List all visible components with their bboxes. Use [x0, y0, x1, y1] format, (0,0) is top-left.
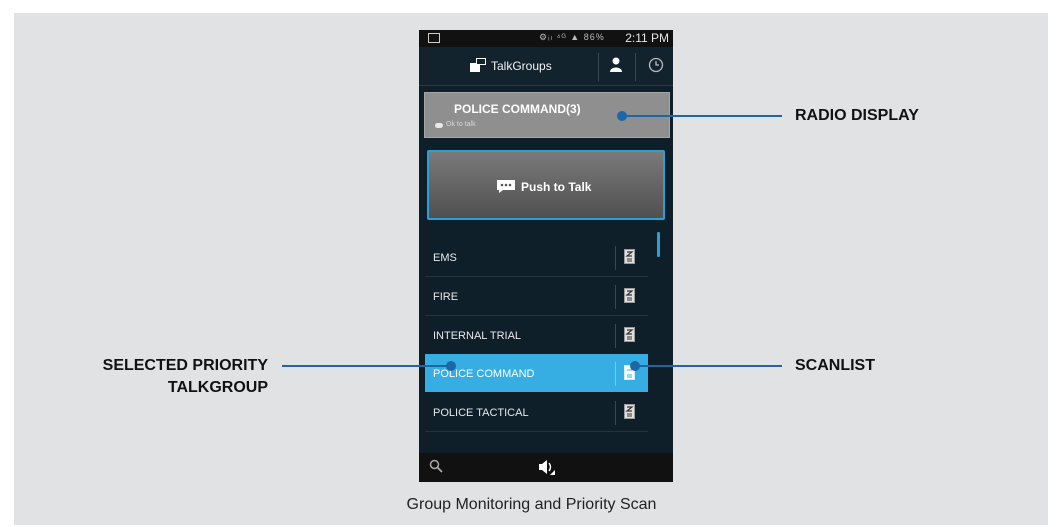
talkgroup-row[interactable]: FIRE — [425, 277, 648, 316]
push-to-talk-label: Push to Talk — [521, 180, 592, 194]
callout-line-priority — [282, 365, 453, 367]
row-divider — [615, 401, 616, 425]
callout-line-radio-display — [623, 115, 782, 117]
callout-dot-priority — [446, 361, 456, 371]
callout-priority-line1: SELECTED PRIORITY — [102, 357, 268, 374]
action-bar: TalkGroups — [419, 47, 673, 86]
contacts-icon[interactable] — [609, 57, 623, 73]
phone-screen: ⚙ᵢₗ ⁴ᴳ ▲ 86% 2:11 PM TalkGroups POLICE C… — [419, 30, 673, 482]
talkgroup-name: POLICE TACTICAL — [433, 407, 529, 419]
scanlist-icon[interactable] — [624, 404, 635, 419]
push-to-talk-button[interactable]: Push to Talk — [427, 150, 665, 220]
callout-dot-scanlist — [630, 361, 640, 371]
callout-dot-radio-display — [617, 111, 627, 121]
chat-bubble-icon — [497, 180, 515, 193]
radio-talkgroup-name: POLICE COMMAND(3) — [454, 102, 581, 116]
audio-route-icon[interactable] — [536, 458, 556, 476]
status-icons: ⚙ᵢₗ ⁴ᴳ ▲ 86% — [539, 32, 605, 42]
talkgroup-list: EMS FIRE INTERNAL TRIAL POLICE COMMAND P… — [419, 230, 673, 435]
scanlist-icon[interactable] — [624, 288, 635, 303]
radio-status-text: Ok to talk — [446, 121, 476, 128]
history-clock-icon[interactable] — [648, 57, 664, 73]
talk-status-indicator-icon — [435, 123, 443, 128]
scanlist-icon[interactable] — [624, 249, 635, 264]
talkgroup-row-selected[interactable]: POLICE COMMAND — [425, 354, 648, 392]
talkgroup-row[interactable]: INTERNAL TRIAL — [425, 316, 648, 355]
talkgroup-row[interactable]: POLICE TACTICAL — [425, 393, 648, 432]
talkgroups-icon — [470, 58, 486, 72]
row-divider — [615, 362, 616, 386]
callout-line-scanlist — [636, 365, 782, 367]
callout-scanlist: SCANLIST — [795, 357, 875, 374]
talkgroup-name: INTERNAL TRIAL — [433, 330, 522, 342]
figure-caption: Group Monitoring and Priority Scan — [406, 496, 657, 513]
row-divider — [615, 246, 616, 270]
action-divider — [598, 53, 599, 81]
talkgroup-name: FIRE — [433, 291, 459, 303]
bottom-bar — [419, 453, 673, 482]
status-bar: ⚙ᵢₗ ⁴ᴳ ▲ 86% 2:11 PM — [419, 30, 673, 47]
action-bar-title: TalkGroups — [491, 59, 552, 73]
talkgroup-row[interactable]: EMS — [425, 238, 648, 277]
talkgroup-name: EMS — [433, 252, 457, 264]
callout-priority-line2: TALKGROUP — [167, 379, 268, 396]
callout-radio-display: RADIO DISPLAY — [795, 107, 919, 124]
action-divider — [635, 53, 636, 81]
row-divider — [615, 324, 616, 348]
search-icon[interactable] — [429, 459, 443, 473]
scanlist-icon[interactable] — [624, 327, 635, 342]
status-time: 2:11 PM — [625, 31, 669, 45]
gallery-notification-icon — [428, 33, 440, 43]
callout-selected-priority: SELECTED PRIORITY TALKGROUP — [78, 355, 268, 399]
row-divider — [615, 285, 616, 309]
